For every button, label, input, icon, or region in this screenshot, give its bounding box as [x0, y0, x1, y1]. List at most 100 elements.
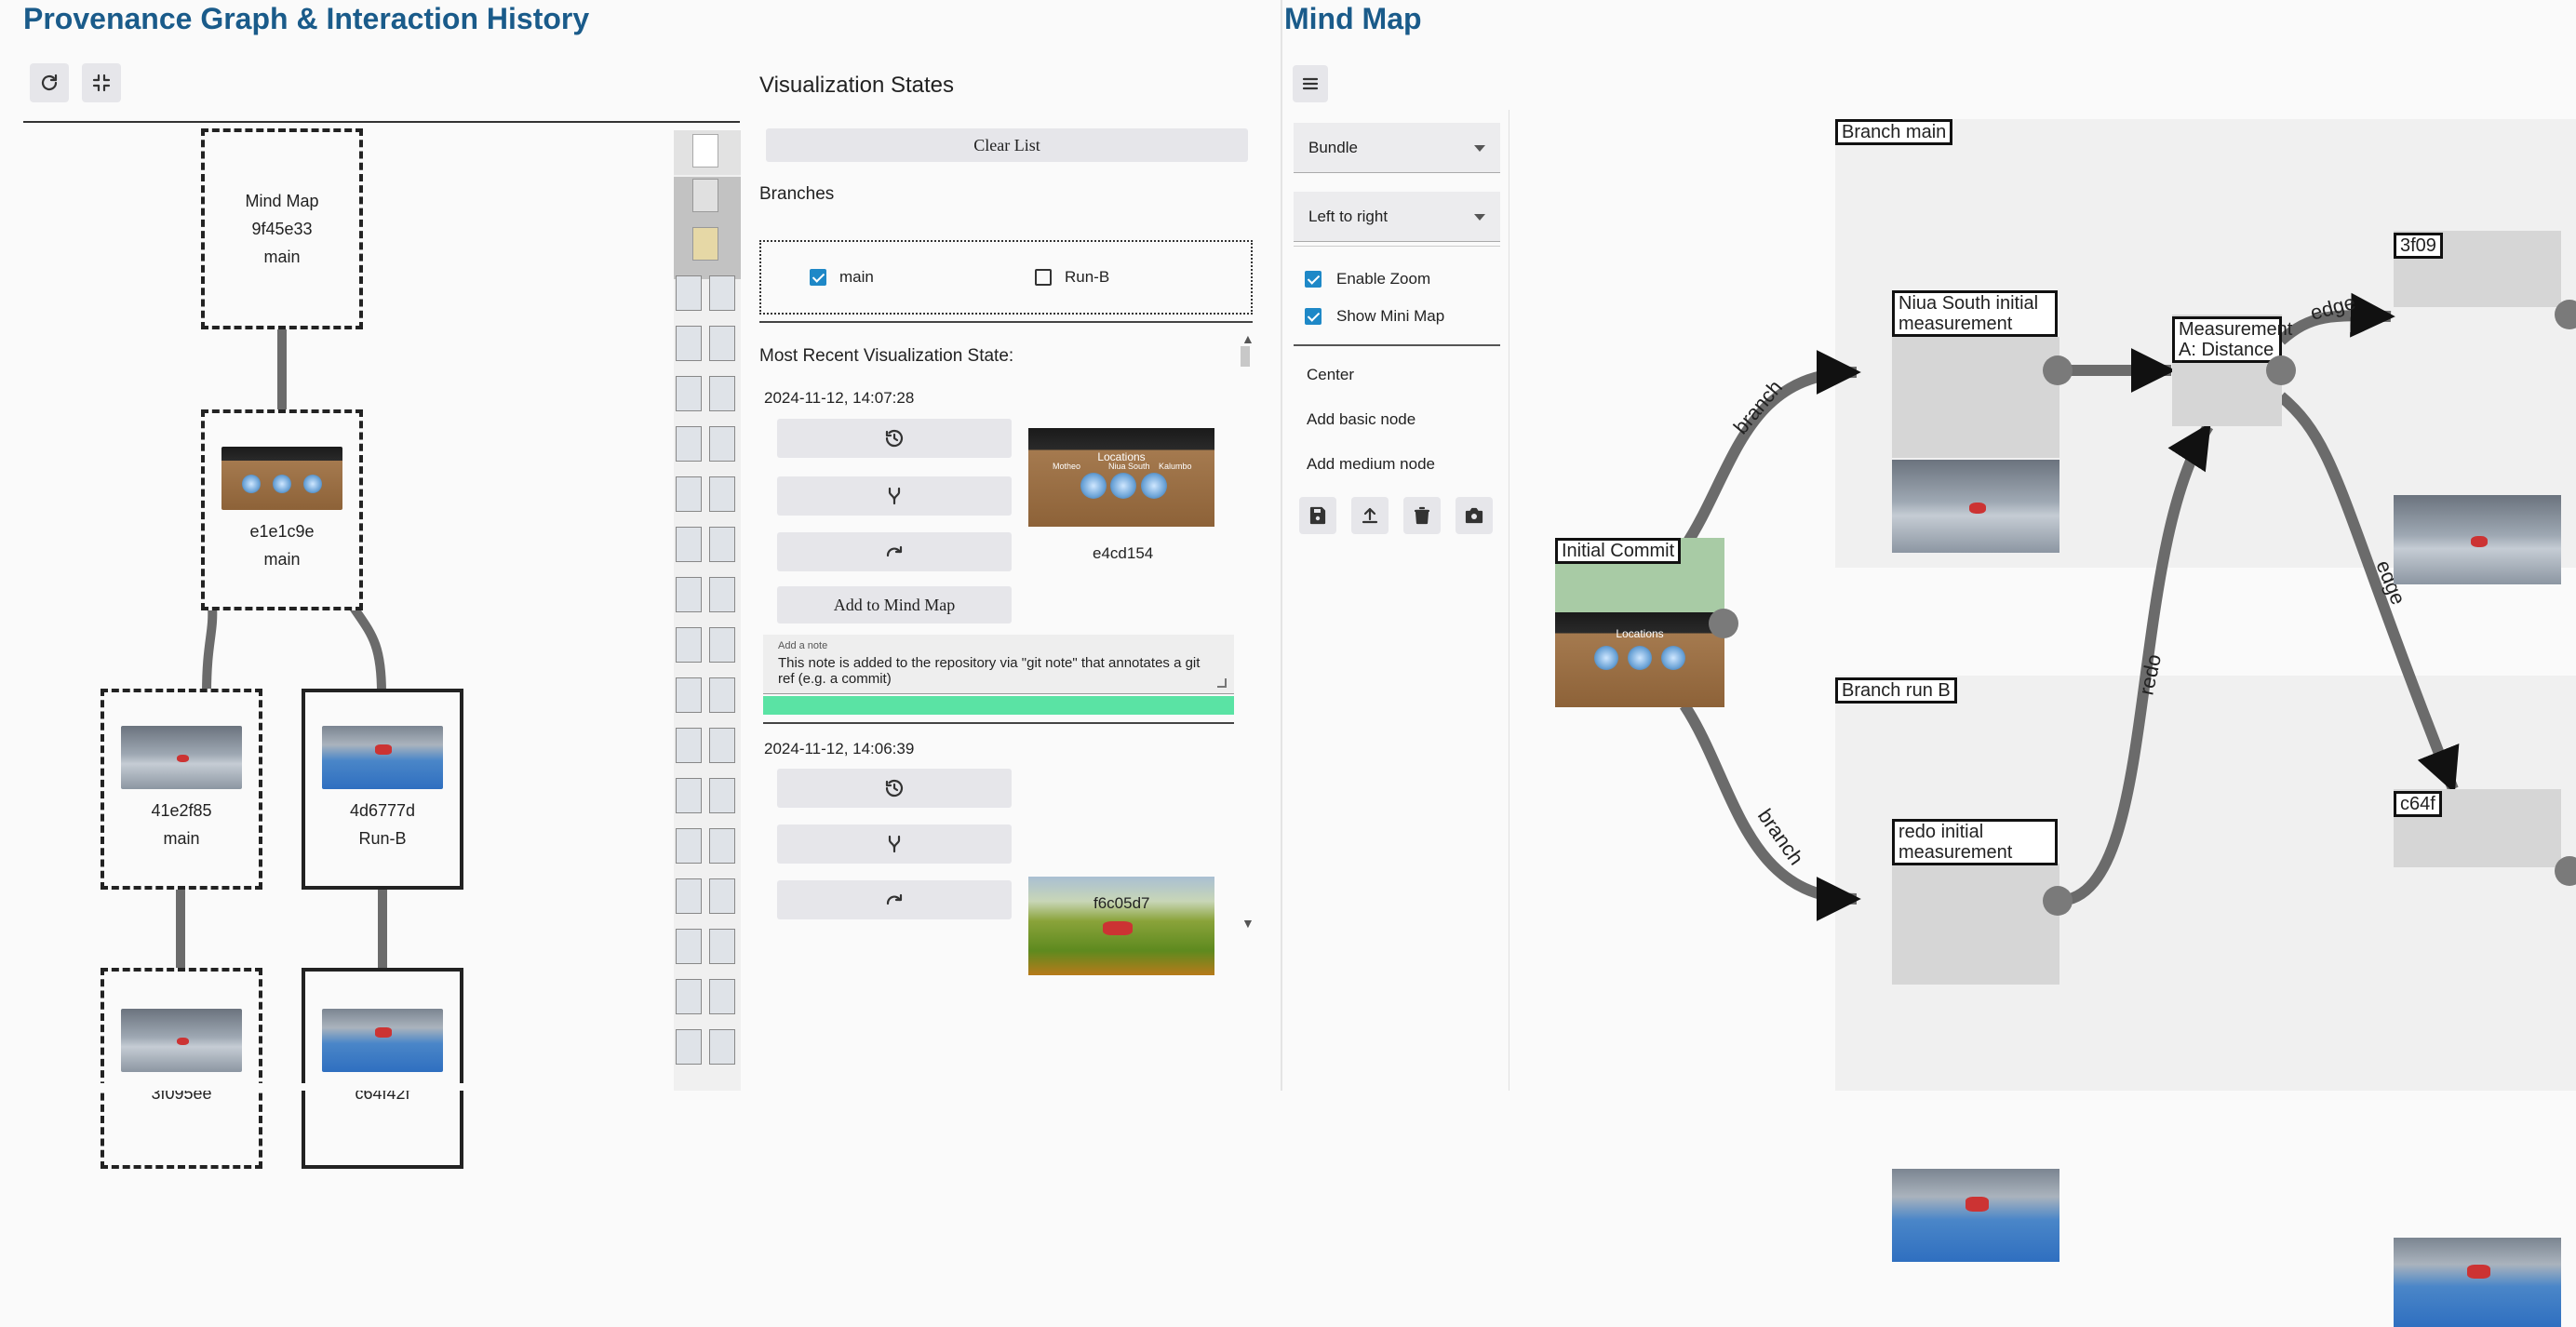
- node-commit: e1e1c9e: [249, 522, 315, 541]
- divider: [759, 321, 1253, 323]
- redo-button[interactable]: [777, 532, 1012, 571]
- clear-list-button[interactable]: Clear List: [766, 128, 1248, 162]
- save-icon: [1309, 506, 1326, 525]
- thumbnail-place: Kalumbo: [1159, 462, 1192, 471]
- branch-filter: main Run-B: [759, 240, 1253, 315]
- fork-icon: [888, 835, 901, 853]
- toggle-label: Enable Zoom: [1336, 270, 1431, 288]
- node-label: Measurement A: Distance: [2172, 316, 2292, 363]
- scroll-up-icon[interactable]: ▲: [1241, 331, 1254, 346]
- resize-handle[interactable]: [1217, 678, 1227, 688]
- chevron-down-icon: [1474, 144, 1485, 152]
- graph-node[interactable]: 3f095ee: [101, 968, 262, 1169]
- divider: [1294, 246, 1500, 247]
- refresh-button[interactable]: [30, 63, 69, 102]
- upload-button[interactable]: [1351, 497, 1389, 534]
- refresh-icon: [41, 74, 58, 91]
- restore-button[interactable]: [777, 419, 1012, 458]
- state-timestamp: 2024-11-12, 14:07:28: [764, 389, 915, 407]
- branch-button[interactable]: [777, 824, 1012, 864]
- node-branch: main: [263, 550, 301, 569]
- pane-divider: [1281, 0, 1282, 1091]
- state-thumbnail[interactable]: [1028, 877, 1214, 975]
- restore-button[interactable]: [777, 769, 1012, 808]
- save-button[interactable]: [1299, 497, 1336, 534]
- mindmap-node-niua[interactable]: [1892, 337, 2059, 458]
- mindmap-title: Mind Map: [1284, 2, 1422, 35]
- recent-heading: Most Recent Visualization State:: [759, 346, 1014, 366]
- graph-edge: [277, 326, 287, 411]
- node-port[interactable]: [2043, 886, 2073, 916]
- graph-node[interactable]: 41e2f85 main: [101, 689, 262, 890]
- delete-icon: [1414, 506, 1430, 525]
- note-save-bar[interactable]: [763, 696, 1234, 715]
- show-minimap-toggle[interactable]: Show Mini Map: [1305, 307, 1444, 326]
- states-scrollbar[interactable]: ▲ ▼: [1238, 331, 1254, 934]
- page-title: Provenance Graph & Interaction History: [23, 2, 590, 35]
- edge-label: branch: [1729, 376, 1787, 439]
- scroll-down-icon[interactable]: ▼: [1241, 916, 1254, 931]
- mindmap-sidebar: Bundle Left to right Enable Zoom Show Mi…: [1286, 110, 1509, 1091]
- checkbox-checked[interactable]: [810, 269, 826, 286]
- scroll-thumb[interactable]: [1241, 346, 1250, 367]
- node-thumbnail: Locations: [1555, 612, 1724, 707]
- node-thumbnail: [2394, 1238, 2561, 1327]
- add-to-mindmap-button[interactable]: Add to Mind Map: [777, 586, 1012, 623]
- mindmap-canvas[interactable]: Branch main Branch run B branch branch r…: [1510, 110, 2576, 1327]
- edge-style-select[interactable]: Bundle: [1294, 123, 1500, 173]
- direction-select[interactable]: Left to right: [1294, 192, 1500, 242]
- node-port[interactable]: [2043, 355, 2073, 385]
- toggle-label: Show Mini Map: [1336, 307, 1445, 325]
- node-thumbnail: [121, 1009, 242, 1072]
- redo-button[interactable]: [777, 880, 1012, 919]
- node-thumbnail: [322, 1009, 443, 1072]
- divider: [1294, 344, 1500, 346]
- node-commit: 41e2f85: [151, 801, 212, 820]
- node-port[interactable]: [2266, 355, 2296, 385]
- node-thumbnail: [2394, 495, 2561, 584]
- menu-button[interactable]: [1293, 65, 1328, 102]
- graph-clip: [0, 1083, 670, 1091]
- graph-node[interactable]: e1e1c9e main: [201, 409, 363, 610]
- thumbnail-title: Locations: [1616, 627, 1664, 640]
- collapse-button[interactable]: [82, 63, 121, 102]
- history-icon: [885, 429, 904, 448]
- checkbox-checked[interactable]: [1305, 271, 1322, 288]
- redo-icon: [886, 545, 903, 557]
- divider: [763, 722, 1234, 724]
- checkbox-unchecked[interactable]: [1035, 269, 1052, 286]
- branch-label: Run-B: [1065, 268, 1110, 286]
- graph-node[interactable]: Mind Map 9f45e33 main: [201, 128, 363, 329]
- upload-icon: [1362, 507, 1378, 524]
- mindmap-node-redo[interactable]: [1892, 864, 2059, 985]
- branch-checkbox-run-b[interactable]: Run-B: [1035, 268, 1109, 287]
- node-label: Mind Map: [245, 192, 319, 210]
- note-field[interactable]: Add a note This note is added to the rep…: [763, 635, 1234, 694]
- collapse-icon: [92, 74, 111, 92]
- branch-button[interactable]: [777, 476, 1012, 516]
- node-thumbnail: [121, 726, 242, 789]
- add-basic-node-action[interactable]: Add basic node: [1307, 410, 1415, 429]
- redo-icon: [886, 893, 903, 905]
- screenshot-button[interactable]: [1456, 497, 1493, 534]
- checkbox-checked[interactable]: [1305, 308, 1322, 325]
- center-action[interactable]: Center: [1307, 366, 1354, 384]
- graph-node[interactable]: c64f42f: [302, 968, 463, 1169]
- node-commit: 9f45e33: [251, 220, 313, 238]
- branches-heading: Branches: [759, 184, 835, 204]
- node-branch: main: [263, 248, 301, 266]
- thumbnail-place: Motheo: [1053, 462, 1081, 471]
- node-label: Initial Commit: [1555, 538, 1682, 564]
- graph-node[interactable]: 4d6777d Run-B: [302, 689, 463, 890]
- enable-zoom-toggle[interactable]: Enable Zoom: [1305, 270, 1430, 288]
- note-text: This note is added to the repository via…: [778, 655, 1201, 687]
- add-medium-node-action[interactable]: Add medium node: [1307, 455, 1435, 474]
- states-title: Visualization States: [759, 73, 955, 98]
- delete-button[interactable]: [1403, 497, 1441, 534]
- node-port[interactable]: [1709, 609, 1738, 638]
- state-thumbnail[interactable]: Locations Motheo Niua South Kalumbo: [1028, 428, 1214, 527]
- history-icon: [885, 779, 904, 798]
- branch-checkbox-main[interactable]: main: [810, 268, 874, 287]
- filmstrip-thumbnails: [674, 272, 741, 1091]
- graph-edge: [176, 889, 185, 971]
